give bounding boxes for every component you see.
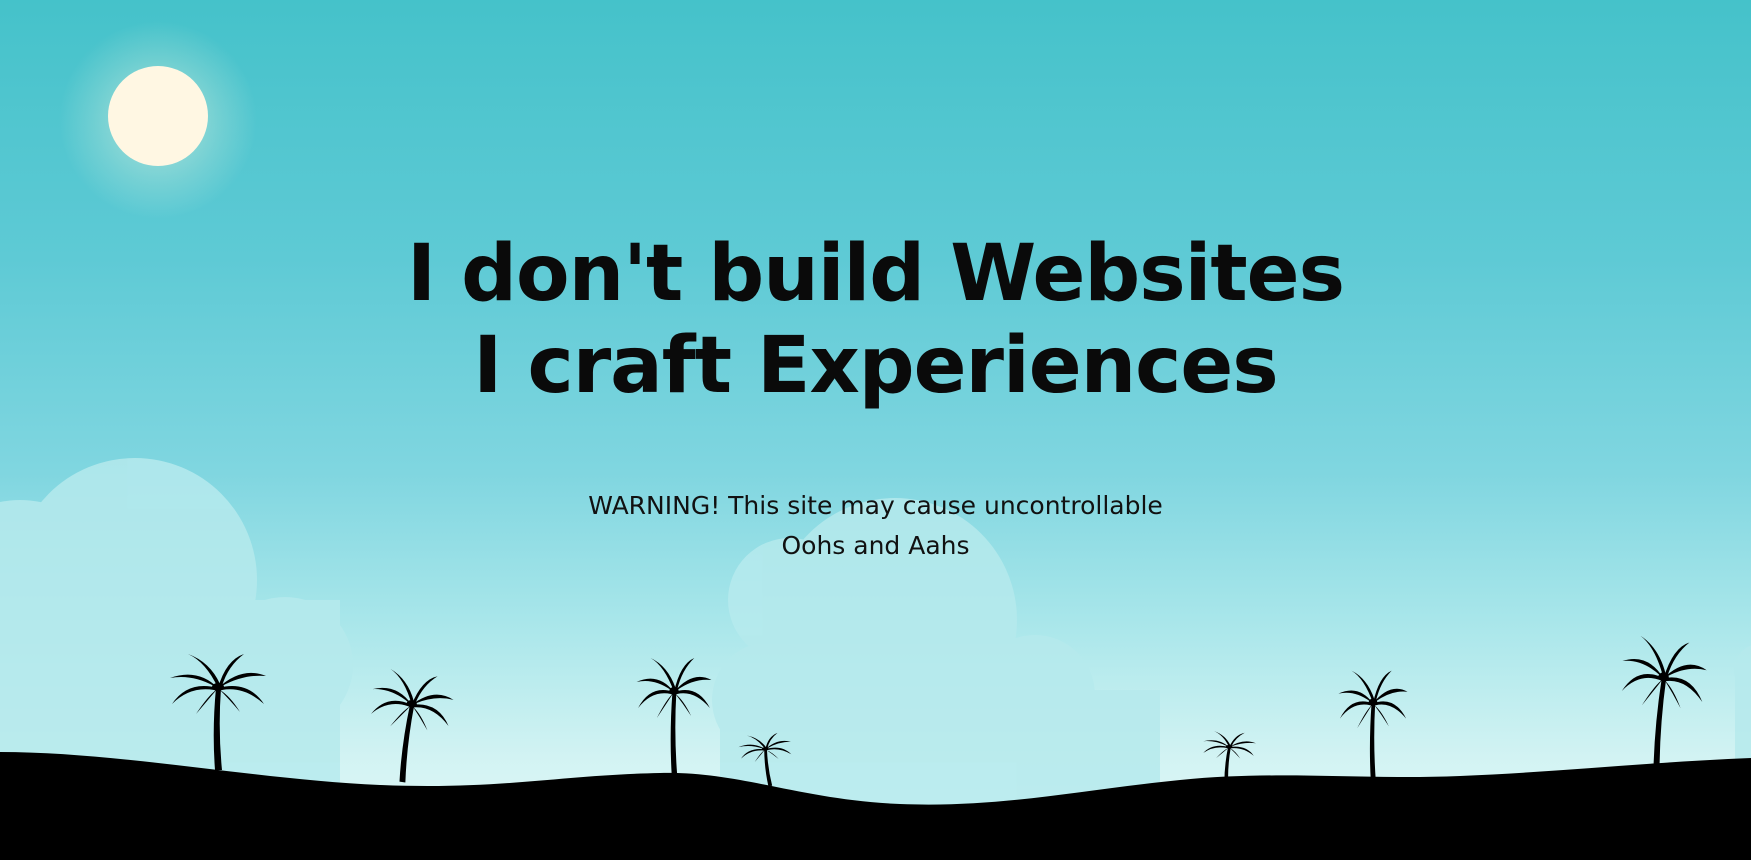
palm-tree-icon xyxy=(636,658,712,774)
palm-tree-icon xyxy=(361,666,457,789)
hero-scene: I don't build Websites I craft Experienc… xyxy=(0,0,1751,860)
palm-tree-icon xyxy=(170,654,266,770)
landscape xyxy=(0,633,1751,860)
hill-silhouette xyxy=(0,752,1751,860)
palm-tree-icon xyxy=(1613,633,1709,778)
palm-tree-icon xyxy=(1338,670,1408,782)
palm-tree-icon xyxy=(737,731,797,789)
